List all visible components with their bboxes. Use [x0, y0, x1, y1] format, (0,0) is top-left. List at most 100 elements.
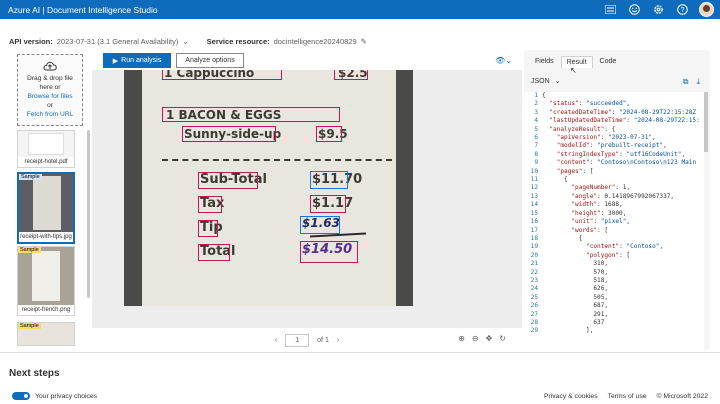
code-text: { [542, 92, 546, 99]
code-text: { [542, 176, 568, 184]
line-number: 12 [530, 184, 538, 192]
code-text: "lastUpdatedDateTime": "2024-08-29T22:15… [549, 117, 700, 125]
bbox[interactable] [198, 172, 258, 189]
bbox[interactable] [162, 70, 282, 80]
rotate-icon[interactable]: ↻ [499, 334, 506, 343]
eye-icon[interactable]: 👁⌄ [495, 56, 512, 65]
bbox[interactable] [316, 126, 342, 142]
code-text: "stringIndexType": "utf16CodeUnit", [556, 150, 686, 158]
json-viewer[interactable]: 1{2 "status": "succeeded", 3 "createdDate… [524, 92, 704, 350]
receipt-image: 1 Cappuccino $2.5 1 BACON & EGGS Sunny-s… [124, 70, 413, 306]
run-analysis-button[interactable]: ▶ Run analysis [103, 53, 171, 68]
gear-icon[interactable] [651, 3, 665, 17]
code-text: "unit": "pixel", [571, 218, 631, 226]
privacy-toggle-icon[interactable] [12, 392, 30, 400]
upload-dropzone[interactable]: Drag & drop file here or Browse for file… [17, 54, 83, 126]
bbox[interactable] [198, 196, 222, 213]
page-of: of 1 [317, 336, 329, 344]
copyright: © Microsoft 2022 [656, 392, 708, 400]
code-text: 687, [542, 302, 609, 310]
code-line: 16 "unit": "pixel", [524, 218, 704, 226]
line-number: 10 [530, 167, 538, 175]
fit-icon[interactable]: ✥ [486, 334, 493, 343]
line-number: 13 [530, 192, 538, 200]
json-scrollbar[interactable] [704, 92, 708, 152]
code-line: 25 505, [524, 294, 704, 302]
line-number: 19 [530, 243, 538, 251]
code-text: "analyzeResult": { [549, 125, 616, 133]
footer: Your privacy choices Privacy & cookies T… [0, 388, 720, 404]
code-text: "content": "Contoso", [586, 243, 664, 251]
bbox[interactable] [182, 126, 276, 142]
bbox[interactable] [162, 107, 340, 122]
code-text: "status": "succeeded", [549, 100, 631, 108]
file-panel: Drag & drop file here or Browse for file… [9, 52, 89, 348]
bbox[interactable] [198, 244, 230, 261]
line-number: 11 [530, 176, 538, 184]
grid-icon[interactable] [603, 3, 617, 17]
file-thumb-tips[interactable]: Sample receipt-with-tips.jpg [17, 172, 75, 244]
code-line: 14 "width": 1688, [524, 201, 704, 209]
code-line: 11 { [524, 176, 704, 184]
zoom-in-icon[interactable]: ⊕ [458, 334, 465, 343]
smiley-icon[interactable] [627, 3, 641, 17]
bbox[interactable] [198, 220, 218, 237]
code-line: 5 "analyzeResult": { [524, 126, 704, 134]
code-text: "words": [ [571, 226, 609, 234]
bbox[interactable] [310, 195, 346, 213]
line-number: 28 [530, 318, 538, 326]
code-text: "polygon": [ [586, 251, 631, 259]
copy-icon[interactable]: ⧉ [683, 77, 689, 87]
file-label: receipt-with-tips.jpg [20, 234, 72, 240]
browse-files-link[interactable]: Browse for files [27, 92, 72, 101]
api-version-dropdown[interactable]: 2023-07-31 (3.1 General Availability) [57, 37, 179, 46]
avatar[interactable] [699, 2, 714, 17]
line-number: 18 [530, 234, 538, 242]
line-number: 23 [530, 276, 538, 284]
help-icon[interactable]: ? [675, 3, 689, 17]
zoom-tools: ⊕ ⊖ ✥ ↻ [458, 334, 506, 343]
format-dropdown[interactable]: JSON ⌄ [531, 77, 561, 85]
code-line: 19 "content": "Contoso", [524, 243, 704, 251]
bbox[interactable] [300, 216, 340, 234]
page-input[interactable]: 1 [285, 333, 310, 347]
cloud-upload-icon [43, 61, 57, 74]
chevron-right-icon[interactable]: › [337, 337, 339, 344]
receipt-divider [162, 159, 392, 161]
app-title: Azure AI | Document Intelligence Studio [8, 4, 158, 15]
next-steps-heading: Next steps [9, 368, 60, 379]
file-thumb-hotel[interactable]: receipt-hotel.pdf [17, 130, 75, 168]
line-number: 5 [534, 125, 538, 133]
code-line: 2 "status": "succeeded", [524, 100, 704, 108]
chevron-left-icon[interactable]: ‹ [275, 337, 277, 344]
document-viewer: 1 Cappuccino $2.5 1 BACON & EGGS Sunny-s… [92, 70, 522, 328]
sample-badge: Sample [18, 323, 41, 329]
zoom-out-icon[interactable]: ⊖ [472, 334, 479, 343]
terms-link[interactable]: Terms of use [608, 393, 647, 400]
download-icon[interactable]: ⤓ [696, 77, 700, 87]
file-list-scrollbar[interactable] [87, 130, 90, 298]
code-text: 505, [542, 293, 609, 301]
code-line: 4 "lastUpdatedDateTime": "2024-08-29T22:… [524, 117, 704, 125]
privacy-choices-link[interactable]: Your privacy choices [35, 393, 97, 400]
bbox[interactable] [300, 241, 358, 263]
analyze-options-button[interactable]: Analyze options [176, 53, 244, 68]
code-text: 637 [542, 318, 605, 326]
top-bar: Azure AI | Document Intelligence Studio … [0, 0, 720, 19]
chevron-down-icon[interactable]: ⌄ [182, 37, 188, 46]
line-number: 2 [534, 100, 538, 108]
code-line: 6 "apiVersion": "2023-07-31", [524, 134, 704, 142]
file-thumb-french[interactable]: Sample receipt-french.png [17, 246, 75, 316]
file-thumb-next[interactable]: Sample [17, 322, 75, 346]
code-line: 3 "createdDateTime": "2024-08-29T22:15:2… [524, 109, 704, 117]
fetch-url-link[interactable]: Fetch from URL [27, 110, 74, 119]
line-number: 27 [530, 310, 538, 318]
code-text: ], [542, 327, 594, 335]
bbox[interactable] [334, 70, 368, 80]
bbox[interactable] [310, 171, 348, 189]
code-line: 17 "words": [ [524, 227, 704, 235]
tab-code[interactable]: Code [595, 56, 622, 68]
edit-icon[interactable]: ✎ [361, 37, 367, 46]
privacy-cookies-link[interactable]: Privacy & cookies [544, 393, 598, 400]
tab-fields[interactable]: Fields [530, 56, 559, 68]
